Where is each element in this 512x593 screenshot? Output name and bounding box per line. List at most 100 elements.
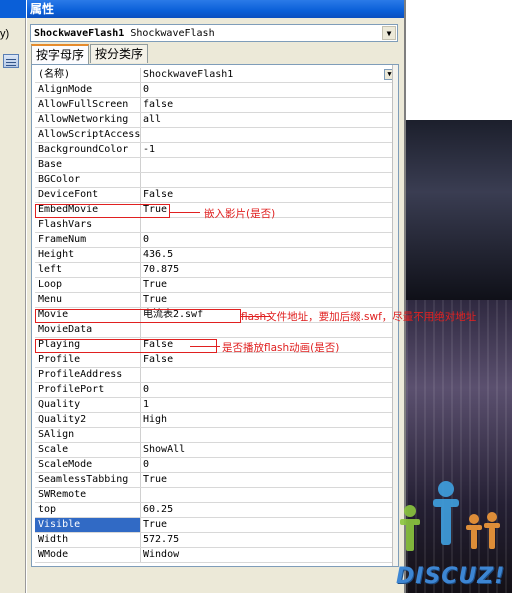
property-name: ScaleMode [35,458,141,472]
properties-window: 属性 ShockwaveFlash1 ShockwaveFlash ▼ 按字母序… [26,0,406,593]
property-row[interactable]: Visible True ▼ [35,69,398,533]
property-name: AlignMode [35,83,141,97]
property-row[interactable]: Scale ShowAll [35,443,398,458]
property-value[interactable]: True [141,278,398,292]
property-value[interactable]: 0 [141,458,398,472]
property-name: Quality [35,398,141,412]
property-value[interactable]: True [141,473,398,487]
property-value[interactable]: all [141,113,398,127]
embed-leader-line [170,212,200,213]
property-name: SWRemote [35,488,141,502]
embed-highlight-box [35,204,170,218]
property-row[interactable]: (名称) ShockwaveFlash1 [35,68,398,83]
property-name: SeamlessTabbing [35,473,141,487]
movie-highlight-box [35,309,241,323]
property-name: Height [35,248,141,262]
property-row[interactable]: WMode Window [35,548,398,563]
property-row[interactable]: FrameNum 0 [35,233,398,248]
object-type: ShockwaveFlash [130,27,215,39]
property-value[interactable]: True [141,293,398,307]
property-row[interactable]: Quality2 High [35,413,398,428]
property-value[interactable] [141,323,398,337]
property-row[interactable]: BGColor [35,173,398,188]
property-name: Menu [35,293,141,307]
property-row[interactable]: Base [35,158,398,173]
property-row[interactable]: Width 572.75 [35,533,398,548]
property-value[interactable]: -1 [141,143,398,157]
property-value[interactable]: ShowAll [141,443,398,457]
discuz-watermark: DISCUZ! [388,479,508,589]
property-name: BGColor [35,173,141,187]
property-value[interactable] [141,428,398,442]
property-name: top [35,503,141,517]
property-value[interactable] [141,158,398,172]
property-name: Loop [35,278,141,292]
property-name: Profile [35,353,141,367]
property-value[interactable]: ShockwaveFlash1 [141,68,398,82]
property-value[interactable]: False [141,188,398,202]
property-row[interactable]: Loop True [35,278,398,293]
property-name: left [35,263,141,277]
property-row[interactable]: SeamlessTabbing True [35,473,398,488]
embed-annotation: 嵌入影片(是否) [204,208,276,220]
property-value[interactable]: false [141,98,398,112]
property-row[interactable]: ProfileAddress [35,368,398,383]
host-titlebar-fragment [0,0,26,18]
property-row[interactable]: AllowScriptAccess [35,128,398,143]
property-value[interactable]: True [141,518,398,532]
property-value[interactable] [141,128,398,142]
property-value[interactable]: 572.75 [141,533,398,547]
property-value[interactable]: 1 [141,398,398,412]
host-window-strip: y) [0,0,26,593]
property-value[interactable]: 436.5 [141,248,398,262]
property-row[interactable]: DeviceFont False [35,188,398,203]
property-row[interactable]: Profile False [35,353,398,368]
property-row[interactable]: SWRemote [35,488,398,503]
property-row[interactable]: Height 436.5 [35,248,398,263]
grid-icon[interactable] [3,54,19,68]
chevron-down-icon[interactable]: ▼ [382,26,396,40]
playing-annotation: 是否播放flash动画(是否) [222,342,340,354]
property-row[interactable]: ScaleMode 0 [35,458,398,473]
property-value[interactable]: 60.25 [141,503,398,517]
people-logo-icon [400,481,500,551]
property-row[interactable]: MovieData [35,323,398,338]
property-name: AllowScriptAccess [35,128,141,142]
tab-alphabetic[interactable]: 按字母序 [31,44,90,65]
tab-categorized[interactable]: 按分类序 [90,44,149,63]
property-name: ProfilePort [35,383,141,397]
property-name: Quality2 [35,413,141,427]
object-selector[interactable]: ShockwaveFlash1 ShockwaveFlash ▼ [30,24,398,42]
property-name: Width [35,533,141,547]
property-value[interactable]: 0 [141,83,398,97]
property-name: (名称) [35,68,141,82]
property-value[interactable]: 0 [141,383,398,397]
window-title: 属性 [30,2,55,16]
property-value[interactable] [141,368,398,382]
property-value[interactable]: False [141,353,398,367]
property-row[interactable]: Quality 1 [35,398,398,413]
property-name: MovieData [35,323,141,337]
property-row[interactable]: top 60.25 [35,503,398,518]
property-value[interactable] [141,173,398,187]
property-row[interactable]: left 70.875 [35,263,398,278]
property-value[interactable] [141,488,398,502]
property-value[interactable]: 0 [141,233,398,247]
property-name: Scale [35,443,141,457]
property-name: AllowNetworking [35,113,141,127]
property-name: WMode [35,548,141,562]
property-value[interactable]: 70.875 [141,263,398,277]
property-row[interactable]: SAlign [35,428,398,443]
host-menu-fragment[interactable]: y) [0,28,9,40]
property-row[interactable]: Menu True [35,293,398,308]
movie-annotation: flash文件地址，要加后缀.swf，尽量不用绝对地址 [241,311,477,323]
property-row[interactable]: ProfilePort 0 [35,383,398,398]
property-value[interactable]: Window [141,548,398,562]
property-name: ProfileAddress [35,368,141,382]
property-row[interactable]: AlignMode 0 [35,83,398,98]
property-row[interactable]: AllowNetworking all [35,113,398,128]
property-value[interactable]: High [141,413,398,427]
property-row[interactable]: BackgroundColor -1 [35,143,398,158]
watermark-text: DISCUZ! [396,564,506,589]
property-row[interactable]: AllowFullScreen false [35,98,398,113]
